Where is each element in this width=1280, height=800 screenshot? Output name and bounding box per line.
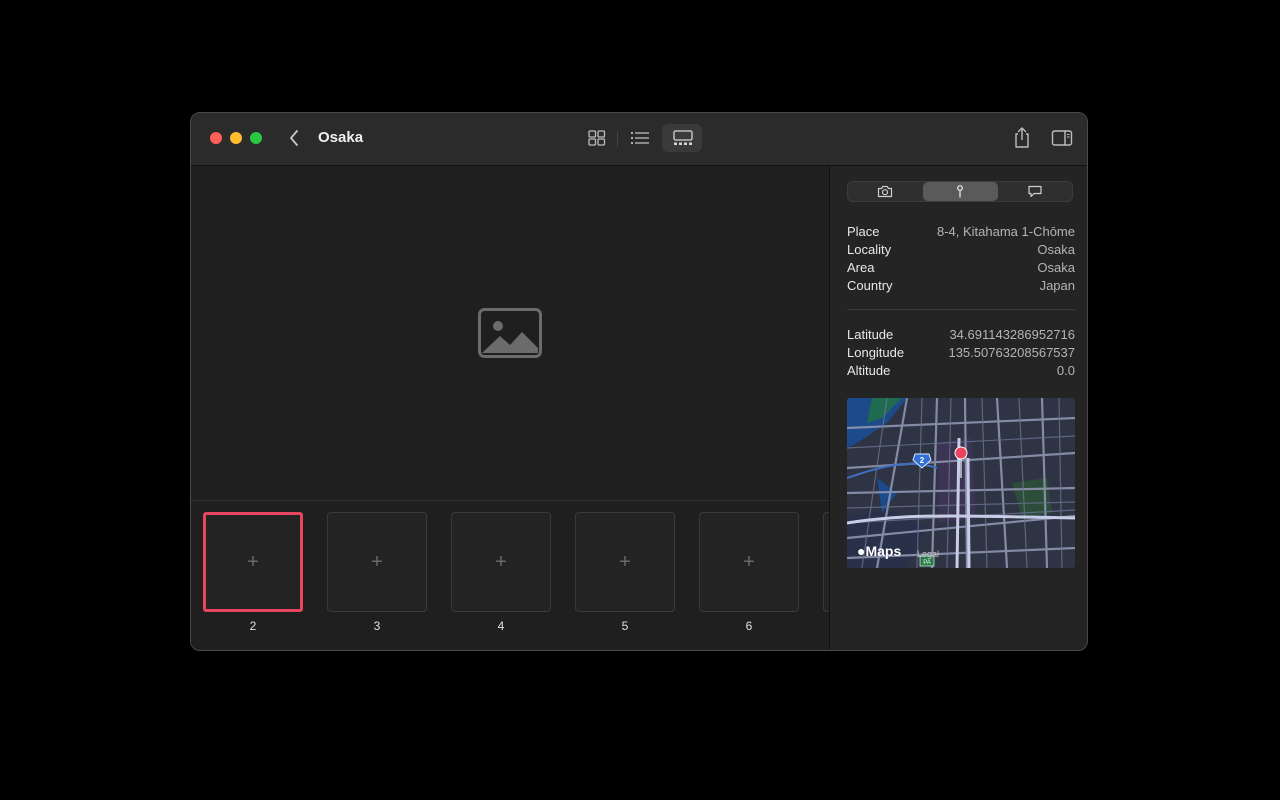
tab-comments[interactable] — [998, 182, 1073, 201]
thumbnail[interactable]: + — [575, 512, 675, 612]
route-shield-label: 2 — [920, 456, 925, 465]
thumbnail-label: 2 — [249, 619, 257, 633]
chevron-left-icon — [290, 130, 298, 146]
info-row-altitude: Altitude 0.0 — [847, 363, 1075, 381]
info-key: Locality — [847, 242, 892, 257]
info-value: 0.0 — [1056, 363, 1075, 378]
photo-viewer[interactable] — [191, 166, 829, 500]
info-value: Japan — [1039, 278, 1075, 293]
close-window-button[interactable] — [210, 132, 222, 144]
info-key: Area — [847, 260, 875, 275]
tab-photo-info[interactable] — [848, 182, 923, 201]
plus-icon: + — [743, 550, 755, 573]
info-key: Altitude — [847, 363, 891, 378]
info-value: Osaka — [1037, 260, 1075, 275]
legal-link[interactable]: Legal — [917, 549, 939, 559]
window-title: Osaka — [318, 129, 364, 146]
info-value: Osaka — [1037, 242, 1075, 257]
thumbnail-label: 3 — [373, 619, 381, 633]
plus-icon: + — [247, 550, 259, 573]
info-value: 135.50763208567537 — [948, 345, 1075, 360]
zoom-window-button[interactable] — [250, 132, 262, 144]
info-value: 8-4, Kitahama 1-Chōme — [936, 224, 1075, 239]
plus-icon: + — [619, 550, 631, 573]
sidebar-right-icon — [1051, 130, 1073, 146]
info-row-locality: Locality Osaka — [847, 242, 1075, 260]
grid-icon — [588, 130, 606, 146]
inspector-tabs — [847, 181, 1073, 202]
gallery-icon — [673, 130, 693, 145]
location-map[interactable]: 2 PA ●Maps Legal — [847, 398, 1075, 568]
minimize-window-button[interactable] — [230, 132, 242, 144]
thumbnail-label: 6 — [745, 619, 753, 633]
maps-brand-text: Maps — [865, 543, 902, 559]
maps-logo: ●Maps — [857, 543, 901, 559]
info-row-longitude: Longitude 135.50763208567537 — [847, 345, 1075, 363]
share-button[interactable] — [1011, 126, 1033, 150]
info-row-country: Country Japan — [847, 278, 1075, 296]
plus-icon: + — [495, 550, 507, 573]
toggle-inspector-button[interactable] — [1051, 128, 1073, 148]
list-view-button[interactable] — [619, 124, 659, 152]
section-divider — [847, 309, 1075, 310]
thumbnail[interactable]: + — [203, 512, 303, 612]
titlebar: Osaka — [191, 113, 1087, 166]
share-icon — [1015, 127, 1029, 148]
app-window: Osaka + 2 + 3 + 4 + 5 + 6 Place 8-4, Kit… — [190, 112, 1088, 651]
list-icon — [630, 131, 649, 145]
toolbar-divider — [617, 131, 618, 147]
info-row-latitude: Latitude 34.691143286952716 — [847, 327, 1075, 345]
inspector-panel: Place 8-4, Kitahama 1-Chōme Locality Osa… — [829, 166, 1087, 650]
camera-icon — [877, 185, 893, 198]
thumbnail-label: 4 — [497, 619, 505, 633]
thumbnail[interactable]: + — [451, 512, 551, 612]
thumbnail[interactable]: + — [327, 512, 427, 612]
speech-bubble-icon — [1028, 185, 1042, 198]
thumbnail-label: 5 — [621, 619, 629, 633]
info-row-area: Area Osaka — [847, 260, 1075, 278]
info-key: Country — [847, 278, 893, 293]
thumbnail[interactable]: + — [699, 512, 799, 612]
back-button[interactable] — [285, 127, 305, 149]
filmstrip: + 2 + 3 + 4 + 5 + 6 — [191, 500, 829, 650]
info-key: Latitude — [847, 327, 894, 342]
gallery-view-button[interactable] — [662, 124, 702, 152]
info-value: 34.691143286952716 — [949, 327, 1075, 342]
tab-location[interactable] — [923, 182, 998, 201]
ferry-label: PA — [923, 560, 931, 566]
info-key: Longitude — [847, 345, 905, 360]
grid-view-button[interactable] — [577, 124, 617, 152]
info-key: Place — [847, 224, 880, 239]
pin-icon — [957, 185, 963, 198]
info-row-place: Place 8-4, Kitahama 1-Chōme — [847, 224, 1075, 242]
image-placeholder-icon — [478, 308, 542, 358]
plus-icon: + — [371, 550, 383, 573]
